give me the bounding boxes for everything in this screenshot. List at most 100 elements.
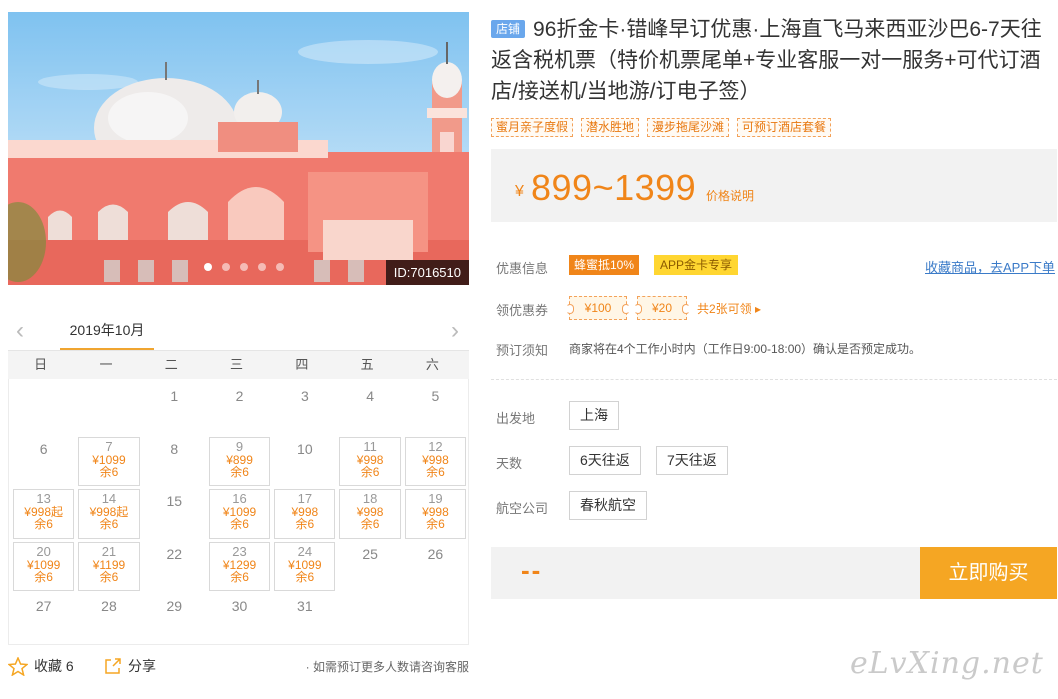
calendar-month-tab[interactable]: 2019年10月	[60, 314, 154, 351]
day-number: 20	[36, 543, 51, 559]
calendar-day-available[interactable]: 12 ¥998 余6	[404, 436, 467, 486]
share-label: 分享	[128, 658, 156, 674]
calendar-day	[403, 592, 468, 645]
calendar-day: 31	[272, 592, 337, 645]
day-number: 5	[431, 388, 440, 404]
product-tag: 可预订酒店套餐	[737, 118, 832, 137]
calendar-day: 27	[11, 592, 76, 645]
days-option-7[interactable]: 7天往返	[656, 446, 728, 475]
calendar-day-available[interactable]: 24 ¥1099 余6	[274, 541, 336, 591]
price-box: ¥ 899~1399 价格说明	[491, 149, 1057, 222]
share-icon	[105, 658, 121, 674]
calendar-weekdays: 日一二三四五六	[8, 351, 469, 379]
calendar-day-available[interactable]: 11 ¥998 余6	[339, 436, 401, 486]
coupon-20[interactable]: ¥20	[634, 296, 690, 320]
day-stock: 余6	[295, 517, 315, 531]
star-icon	[8, 656, 28, 676]
day-number	[11, 382, 76, 388]
calendar-day-available[interactable]: 19 ¥998 余6	[404, 489, 467, 539]
calendar-day-available[interactable]: 13 ¥998起 余6	[13, 489, 75, 539]
total-price: --	[521, 555, 543, 585]
calendar-day: 10	[272, 435, 337, 488]
day-number: 7	[105, 438, 113, 454]
departure-option-shanghai[interactable]: 上海	[569, 401, 619, 430]
day-price: ¥1099	[92, 452, 126, 467]
calendar-day	[11, 382, 76, 435]
day-number: 18	[362, 491, 378, 506]
calendar-day: 25	[337, 540, 402, 593]
day-stock: 余6	[426, 464, 445, 479]
weekday-label: 五	[360, 357, 374, 372]
buy-now-button[interactable]: 立即购买	[920, 547, 1057, 599]
carousel-dot[interactable]	[276, 263, 284, 271]
day-number	[76, 382, 141, 388]
calendar-day-available[interactable]: 7 ¥1099 余6	[78, 436, 140, 486]
carousel-dot[interactable]	[204, 263, 212, 271]
weekday-label: 日	[34, 357, 48, 372]
calendar-day: 2	[207, 382, 272, 435]
day-stock: 余6	[360, 517, 380, 531]
price-currency: ¥	[515, 183, 524, 200]
next-month-button[interactable]: ›	[447, 319, 463, 343]
app-gold-card-badge: APP金卡专享	[654, 255, 739, 275]
favorite-button[interactable]: 收藏 6	[8, 656, 74, 676]
site-watermark: eLvXing.net	[850, 646, 1044, 681]
day-number: 9	[235, 438, 244, 454]
carousel-dot[interactable]	[240, 263, 248, 271]
day-number: 22	[166, 545, 183, 562]
day-number: 15	[166, 493, 183, 509]
carousel-dot[interactable]	[258, 263, 266, 271]
product-title-block: 店铺 96折金卡·错峰早订优惠·上海直飞马来西亚沙巴6-7天往返含税机票（特价机票…	[491, 14, 1057, 107]
day-number: 28	[101, 598, 117, 614]
promo-label: 优惠信息	[496, 261, 549, 276]
product-tags: 蜜月亲子度假 潜水胜地 漫步拖尾沙滩 可预订酒店套餐	[491, 118, 832, 137]
coupon-100[interactable]: ¥100	[566, 296, 630, 320]
prev-month-button[interactable]: ‹	[12, 319, 28, 343]
calendar-day-available[interactable]: 16 ¥1099 余6	[208, 489, 271, 539]
carousel-dot[interactable]	[222, 263, 230, 271]
action-footer: 收藏 6 分享 · 如需预订更多人数请咨询客服	[8, 654, 478, 678]
share-button[interactable]: 分享	[104, 656, 156, 676]
day-stock: 余6	[34, 517, 53, 531]
calendar-day: 28	[76, 592, 141, 645]
day-number: 19	[428, 491, 443, 506]
price-range: 899~1399	[531, 167, 697, 208]
day-price: ¥998	[422, 452, 449, 467]
calendar-day-available[interactable]: 20 ¥1099 余6	[13, 541, 75, 591]
price-explanation-link[interactable]: 价格说明	[706, 187, 754, 204]
calendar-day-available[interactable]: 17 ¥998 余6	[274, 489, 336, 539]
calendar-day: 30	[207, 592, 272, 645]
day-number: 25	[362, 545, 378, 562]
day-number: 21	[101, 543, 117, 559]
calendar-day: 15	[142, 487, 207, 540]
day-number: 16	[232, 491, 247, 506]
airline-label: 航空公司	[496, 501, 549, 516]
coupon-label: 领优惠券	[496, 303, 549, 318]
calendar-day-available[interactable]: 21 ¥1199 余6	[78, 541, 140, 591]
coupon-more-link[interactable]: 共2张可领 ▸	[697, 300, 761, 317]
day-number: 11	[363, 438, 377, 454]
airline-option-spring[interactable]: 春秋航空	[569, 491, 647, 520]
day-price: ¥1199	[92, 557, 126, 572]
calendar-day-available[interactable]: 9 ¥899 余6	[208, 436, 271, 486]
day-number	[403, 592, 468, 598]
weekday-label: 四	[295, 357, 309, 372]
day-stock: 余6	[99, 464, 119, 479]
days-option-6[interactable]: 6天往返	[569, 446, 641, 475]
group-booking-tip: · 如需预订更多人数请咨询客服	[305, 660, 469, 674]
calendar-day: 3	[272, 382, 337, 435]
day-price: ¥899	[226, 452, 253, 467]
favorite-label: 收藏 6	[34, 658, 74, 674]
save-go-app-link[interactable]: 收藏商品，去APP下单	[925, 257, 1055, 276]
calendar-day: 22	[142, 540, 207, 593]
product-image[interactable]: ID:7016510	[8, 12, 469, 285]
calendar-day-available[interactable]: 18 ¥998 余6	[339, 489, 401, 539]
day-number: 31	[297, 598, 313, 614]
day-number: 6	[39, 440, 48, 457]
calendar-day-available[interactable]: 23 ¥1299 余6	[208, 541, 271, 591]
calendar-day-available[interactable]: 14 ¥998起 余6	[78, 489, 140, 539]
day-number: 2	[235, 388, 244, 404]
calendar-day: 26	[403, 540, 468, 593]
booking-note-label: 预订须知	[496, 343, 549, 358]
days-label: 天数	[496, 456, 523, 471]
